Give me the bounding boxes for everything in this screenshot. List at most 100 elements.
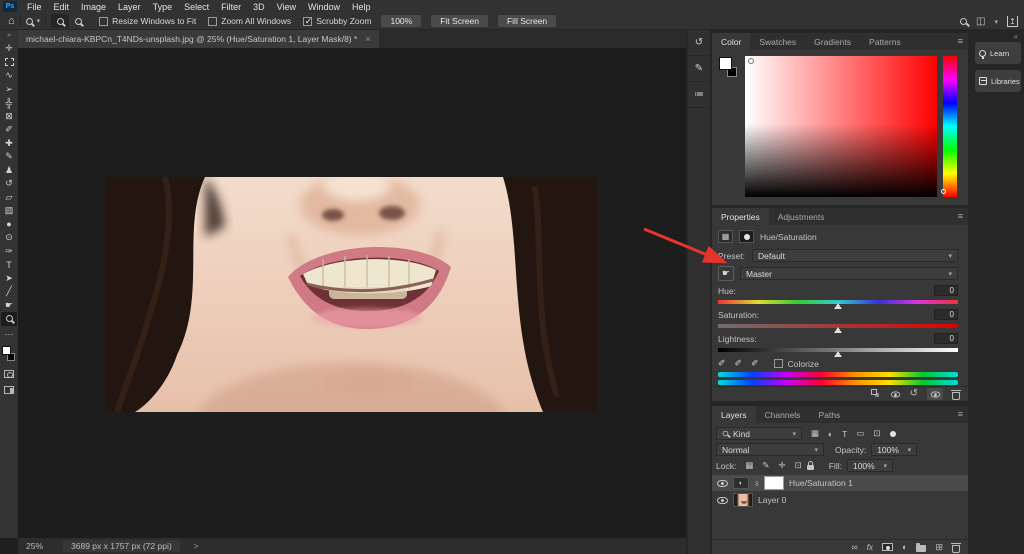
tab-gradients[interactable]: Gradients <box>805 33 860 50</box>
lock-all-icon[interactable] <box>807 465 814 470</box>
delete-layer-icon[interactable] <box>952 545 960 553</box>
filter-smart-object-icon[interactable]: ⊡ <box>873 428 880 439</box>
menu-select[interactable]: Select <box>178 2 215 12</box>
filter-type-icon[interactable]: T <box>842 429 847 439</box>
expand-icon[interactable]: « <box>1014 32 1018 41</box>
fill-select[interactable]: 100% ▾ <box>847 459 893 472</box>
search-icon[interactable] <box>960 18 967 25</box>
color-swatches-control[interactable] <box>0 345 18 365</box>
document-tab[interactable]: michael-chiara-KBPCn_T4NDs-unsplash.jpg … <box>18 30 379 48</box>
collapse-icon[interactable]: » <box>7 30 11 42</box>
adjustment-layer-thumbnail[interactable]: ◐ <box>733 477 749 489</box>
hue-value-input[interactable]: 0 <box>934 285 958 296</box>
panel-menu-icon[interactable]: ≡ <box>958 409 963 419</box>
resize-windows-checkbox[interactable]: Resize Windows to Fit <box>99 16 196 26</box>
tab-swatches[interactable]: Swatches <box>750 33 805 50</box>
preset-select[interactable]: Default ▾ <box>752 249 958 262</box>
new-group-icon[interactable] <box>916 545 926 552</box>
layer-mask-thumbnail[interactable] <box>764 476 784 490</box>
learn-panel-button[interactable]: Learn <box>975 42 1021 64</box>
hue-slider-marker[interactable] <box>941 189 946 194</box>
menu-filter[interactable]: Filter <box>215 2 247 12</box>
layer-visibility-eye-icon[interactable] <box>717 497 728 504</box>
filter-kind-select[interactable]: Kind ▾ <box>716 427 802 440</box>
visibility-toggle[interactable] <box>927 388 943 400</box>
filter-toggle-icon[interactable] <box>890 431 896 437</box>
saturation-value-input[interactable]: 0 <box>934 309 958 320</box>
clone-stamp-tool[interactable]: ♟ <box>1 164 17 178</box>
layer-image-thumbnail[interactable] <box>733 493 753 507</box>
opacity-select[interactable]: 100% ▾ <box>871 443 917 456</box>
zoom-in-button[interactable] <box>51 14 69 28</box>
dodge-tool[interactable]: ⊙ <box>1 231 17 245</box>
spot-healing-brush-tool[interactable]: ✚ <box>1 137 17 151</box>
gradient-tool[interactable]: ▨ <box>1 204 17 218</box>
tab-adjustments[interactable]: Adjustments <box>769 208 834 225</box>
eyedropper-icon[interactable]: ✐ <box>718 358 726 369</box>
subtract-sample-eyedropper-icon[interactable]: ✐ <box>751 358 759 369</box>
hand-tool[interactable]: ☛ <box>1 299 17 313</box>
status-chevron-icon[interactable]: > <box>194 541 199 551</box>
scrubby-zoom-checkbox[interactable]: Scrubby Zoom <box>303 16 371 26</box>
delete-adjustment-icon[interactable] <box>952 392 960 400</box>
foreground-color-swatch[interactable] <box>719 57 732 70</box>
tool-presets-icon[interactable]: ≔ <box>688 82 710 108</box>
zoom-tool-icon[interactable] <box>26 18 33 25</box>
layer-visibility-eye-icon[interactable] <box>717 480 728 487</box>
history-brush-tool[interactable]: ↺ <box>1 177 17 191</box>
photoshop-logo[interactable]: Ps <box>3 1 17 12</box>
menu-3d[interactable]: 3D <box>247 2 271 12</box>
workspace-icon[interactable]: ◫ <box>976 16 985 27</box>
color-field-marker[interactable] <box>748 58 754 64</box>
filter-shape-icon[interactable]: ▭ <box>856 428 864 439</box>
lasso-tool[interactable]: ∿ <box>1 69 17 83</box>
path-selection-tool[interactable]: ➤ <box>1 272 17 286</box>
reset-icon[interactable]: ↺ <box>910 389 918 399</box>
saturation-gradient-slider[interactable] <box>718 324 958 328</box>
blur-tool[interactable]: ● <box>1 218 17 232</box>
menu-view[interactable]: View <box>271 2 302 12</box>
lightness-value-input[interactable]: 0 <box>934 333 958 344</box>
history-icon[interactable]: ↺ <box>688 30 710 56</box>
hue-gradient-slider[interactable] <box>718 300 958 304</box>
menu-layer[interactable]: Layer <box>112 2 147 12</box>
eraser-tool[interactable]: ▱ <box>1 191 17 205</box>
layer-name[interactable]: Layer 0 <box>758 495 786 505</box>
lightness-gradient-slider[interactable] <box>718 348 958 352</box>
home-icon[interactable]: ⌂ <box>8 16 15 26</box>
layer-row-layer-0[interactable]: Layer 0 <box>712 492 968 508</box>
layer-name[interactable]: Hue/Saturation 1 <box>789 478 853 488</box>
blend-mode-select[interactable]: Normal ▾ <box>716 443 824 456</box>
checkbox-icon[interactable] <box>208 17 217 26</box>
layer-row-hue-saturation[interactable]: ◐ ∞ Hue/Saturation 1 <box>712 475 968 491</box>
zoom-100-button[interactable]: 100% <box>381 15 421 27</box>
slider-thumb[interactable] <box>834 351 842 357</box>
chevron-down-icon[interactable]: ▾ <box>37 17 41 25</box>
fill-screen-button[interactable]: Fill Screen <box>498 15 556 27</box>
eyedropper-tool[interactable]: ✐ <box>1 123 17 137</box>
panel-menu-icon[interactable]: ≡ <box>958 36 963 46</box>
new-layer-icon[interactable]: ⊞ <box>935 542 943 553</box>
document-canvas[interactable] <box>105 177 597 412</box>
menu-edit[interactable]: Edit <box>48 2 76 12</box>
foreground-color-swatch[interactable] <box>2 346 11 355</box>
zoom-tool[interactable] <box>1 312 17 326</box>
add-sample-eyedropper-icon[interactable]: ✐ <box>735 358 743 369</box>
screen-mode-icon[interactable] <box>4 386 14 394</box>
menu-image[interactable]: Image <box>75 2 112 12</box>
crop-tool[interactable]: ╬ <box>1 96 17 110</box>
add-mask-icon[interactable] <box>882 543 893 551</box>
object-selection-tool[interactable]: ➢ <box>1 83 17 97</box>
lock-transparency-icon[interactable]: ▦ <box>745 460 753 471</box>
previous-state-eye-icon[interactable] <box>890 391 899 397</box>
quick-mask-icon[interactable] <box>4 370 14 378</box>
menu-type[interactable]: Type <box>147 2 179 12</box>
pen-tool[interactable]: ✑ <box>1 245 17 259</box>
brush-tool[interactable]: ✎ <box>1 150 17 164</box>
rectangular-marquee-tool[interactable] <box>1 56 17 70</box>
tab-patterns[interactable]: Patterns <box>860 33 910 50</box>
tab-properties[interactable]: Properties <box>712 208 769 225</box>
panel-menu-icon[interactable]: ≡ <box>958 211 963 221</box>
line-tool[interactable]: ╱ <box>1 285 17 299</box>
close-icon[interactable]: × <box>365 34 370 44</box>
